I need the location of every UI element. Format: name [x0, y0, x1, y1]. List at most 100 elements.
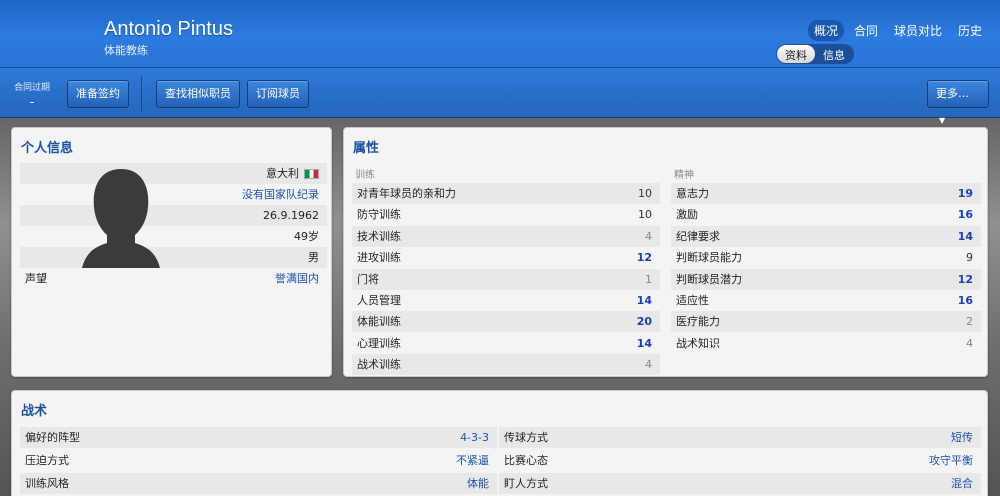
tab-contract[interactable]: 合同 [848, 20, 884, 41]
attribute-name: 判断球员潜力 [676, 272, 742, 286]
attribute-value: 4 [645, 358, 652, 372]
more-button[interactable]: 更多… ▼ [927, 80, 989, 125]
attribute-name: 技术训练 [357, 229, 401, 243]
subtab-info[interactable]: 信息 [815, 45, 853, 63]
attribute-name: 激励 [676, 208, 698, 222]
reputation-label: 声望 [25, 272, 47, 285]
attribute-name: 传球方式 [504, 431, 548, 444]
subtab-profile[interactable]: 资料 [777, 45, 815, 63]
attribute-value: 9 [966, 251, 973, 265]
panel-title-tactics: 战术 [21, 404, 48, 419]
attribute-name: 盯人方式 [504, 477, 548, 490]
attribute-row: 医疗能力 2 [671, 311, 981, 333]
gender-row: 男 [20, 247, 327, 268]
attribute-row: 纪律要求 14 [671, 225, 981, 247]
attribute-row: 训练风格 体能 [20, 473, 497, 494]
attribute-row: 技术训练 4 [352, 225, 660, 247]
attribute-value: 19 [957, 187, 973, 200]
staff-role: 体能教练 [104, 44, 148, 57]
attribute-value: 4 [966, 336, 973, 350]
attribute-row: 人员管理 14 [352, 290, 660, 311]
attribute-value: 12 [636, 251, 652, 265]
attribute-value: 1 [645, 272, 652, 286]
prepare-contract-button[interactable]: 准备签约 [67, 80, 129, 108]
attribute-name: 进攻训练 [357, 251, 401, 265]
attribute-row: 压迫方式 不紧逼 [20, 450, 497, 471]
attribute-name: 适应性 [676, 294, 709, 307]
attribute-row: 对青年球员的亲和力 10 [352, 183, 660, 204]
attribute-value: 4-3-3 [460, 431, 489, 444]
attribute-row: 判断球员潜力 12 [671, 268, 981, 290]
panel-title-attributes: 属性 [353, 141, 380, 156]
attribute-name: 体能训练 [357, 315, 401, 329]
subscribe-button[interactable]: 订阅球员 [247, 80, 309, 108]
attribute-row: 体能训练 20 [352, 311, 660, 333]
nationality-row: 意大利 [20, 163, 327, 184]
national-team-row: 没有国家队纪录 [20, 184, 327, 205]
nav-tabs: 概况 合同 球员对比 历史 [807, 20, 988, 41]
tab-history[interactable]: 历史 [952, 20, 988, 41]
nationality-text: 意大利 [266, 167, 299, 180]
attribute-row: 战术知识 4 [671, 333, 981, 354]
reputation-value: 誉满国内 [275, 272, 319, 285]
attribute-name: 压迫方式 [25, 454, 69, 467]
attribute-value: 14 [957, 229, 973, 243]
nationality-value: 意大利 [266, 163, 319, 184]
find-similar-staff-button[interactable]: 查找相似职员 [156, 80, 240, 108]
toolbar-divider [141, 76, 142, 112]
gender-value: 男 [308, 251, 319, 264]
attribute-name: 意志力 [676, 187, 709, 200]
more-button-label: 更多… [936, 87, 969, 100]
tactics-panel: 战术 偏好的阵型 4-3-3 压迫方式 不紧逼训练风格 体能 传球方式 短传比赛心态 攻守平… [11, 390, 988, 496]
attribute-name: 偏好的阵型 [25, 431, 80, 444]
attribute-value: 体能 [467, 477, 489, 490]
attribute-value: 20 [636, 315, 652, 329]
attribute-value: 攻守平衡 [929, 454, 973, 467]
attribute-row: 偏好的阵型 4-3-3 [20, 427, 497, 448]
attribute-row: 防守训练 10 [352, 204, 660, 225]
attribute-value: 短传 [951, 431, 973, 444]
attributes-panel: 属性 训练 精神 对青年球员的亲和力 10 防守训练 10 技术训练 4 进攻训练 12 门将 1… [343, 127, 988, 377]
chevron-down-icon: ▼ [939, 116, 946, 125]
birthdate-value: 26.9.1962 [263, 209, 319, 222]
attribute-name: 纪律要求 [676, 229, 720, 243]
attribute-row: 传球方式 短传 [499, 427, 981, 448]
staff-name: Antonio Pintus [104, 18, 233, 40]
contract-expiry-label: 合同过期 [14, 83, 51, 93]
attribute-row: 比赛心态 攻守平衡 [499, 450, 981, 471]
attribute-row: 意志力 19 [671, 183, 981, 204]
attribute-value: 16 [957, 208, 973, 222]
attribute-name: 战术训练 [357, 358, 401, 372]
contract-expiry-value: - [29, 95, 35, 109]
mental-section-label: 精神 [674, 170, 694, 181]
age-row: 49岁 [20, 226, 327, 247]
tab-overview[interactable]: 概况 [807, 20, 844, 41]
attribute-row: 判断球员能力 9 [671, 247, 981, 268]
attribute-name: 对青年球员的亲和力 [357, 187, 456, 200]
attribute-value: 16 [957, 294, 973, 307]
attribute-name: 训练风格 [25, 477, 69, 490]
attribute-value: 14 [636, 336, 652, 350]
attribute-name: 人员管理 [357, 294, 401, 307]
attribute-row: 门将 1 [352, 268, 660, 290]
attribute-value: 2 [966, 315, 973, 329]
staff-silhouette-avatar [82, 169, 160, 268]
attribute-row: 激励 16 [671, 204, 981, 225]
attribute-value: 10 [638, 208, 652, 222]
tab-compare[interactable]: 球员对比 [888, 20, 948, 41]
italy-flag-icon [304, 169, 319, 179]
national-team-value[interactable]: 没有国家队纪录 [242, 184, 319, 205]
attribute-name: 判断球员能力 [676, 251, 742, 265]
attribute-name: 门将 [357, 272, 379, 286]
attribute-value: 14 [636, 294, 652, 307]
attribute-row: 战术训练 4 [352, 354, 660, 376]
attribute-row: 进攻训练 12 [352, 247, 660, 268]
birthdate-row: 26.9.1962 [20, 205, 327, 226]
training-section-label: 训练 [355, 170, 375, 181]
age-value: 49岁 [294, 230, 319, 243]
attribute-value: 混合 [951, 477, 973, 490]
attribute-value: 不紧逼 [456, 454, 489, 467]
attribute-value: 12 [957, 272, 973, 286]
toolbar: 合同过期 - 准备签约 查找相似职员 订阅球员 更多… ▼ [0, 68, 1000, 125]
attribute-name: 战术知识 [676, 336, 720, 350]
